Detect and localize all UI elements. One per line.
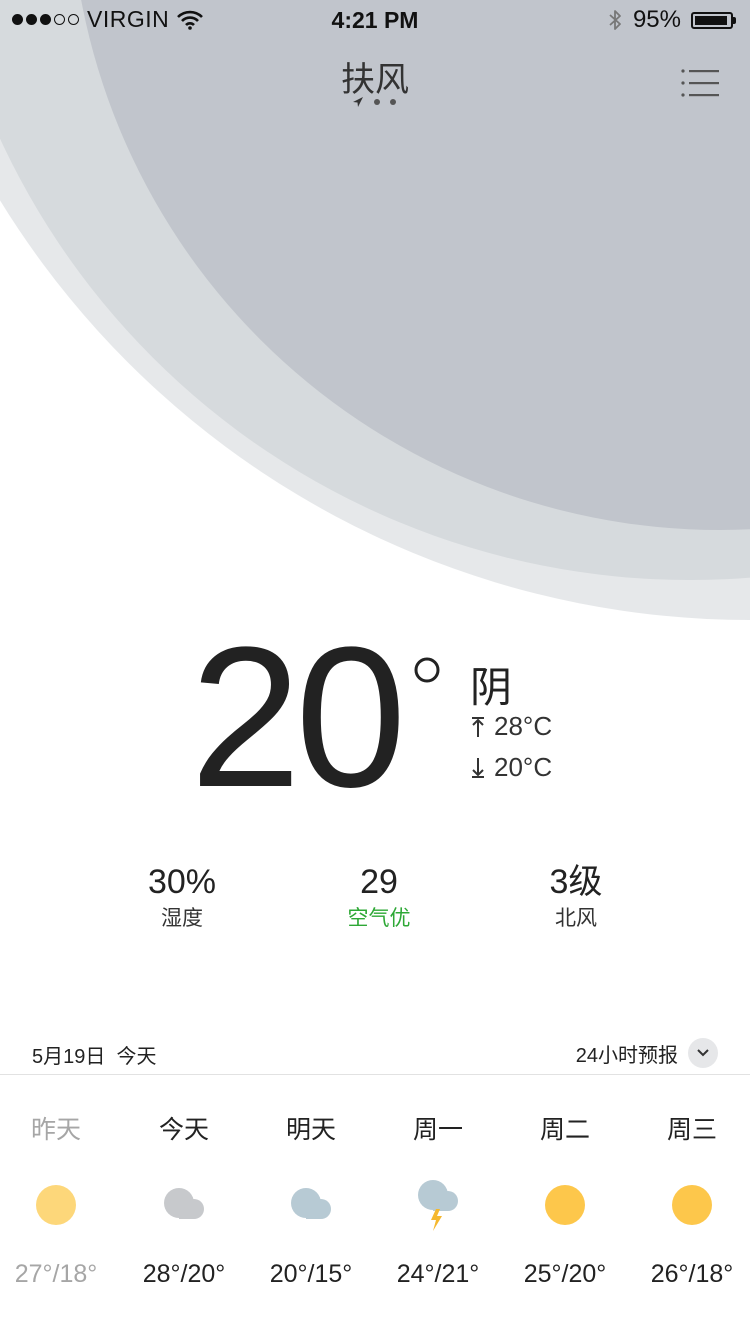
page-dot [374, 99, 380, 105]
daily-forecast: 昨天 27°/18° 今天 28°/20° 明天 20°/15° 周一 24°/… [0, 1110, 750, 1310]
city-title[interactable]: 扶风 [0, 52, 750, 101]
location-arrow-icon [353, 97, 363, 107]
forecast-range: 27°/18° [14, 1260, 98, 1288]
forecast-day[interactable]: 周三 26°/18° [628, 1110, 750, 1289]
humidity-label: 湿度 [161, 907, 203, 930]
forecast-day-name: 周二 [539, 1116, 590, 1144]
forecast-range: 25°/20° [523, 1260, 607, 1288]
forecast-day-name: 昨天 [30, 1116, 81, 1144]
menu-list-icon[interactable] [680, 66, 720, 102]
forecast-day[interactable]: 周一 24°/21° [374, 1110, 502, 1289]
forecast-day-name: 周三 [666, 1116, 717, 1144]
forecast-date: 5月19日 今天 [32, 1046, 157, 1068]
arrow-up-icon [472, 716, 484, 737]
forecast-day-name: 周一 [412, 1116, 463, 1144]
low-temp: 20°C [494, 752, 553, 782]
sun-icon [672, 1185, 712, 1225]
forecast-day[interactable]: 昨天 27°/18° [0, 1110, 120, 1289]
hourly-forecast-toggle[interactable]: 24小时预报 [576, 1038, 718, 1068]
humidity-stat: 30% 湿度 [102, 862, 262, 932]
wind-value: 3级 [549, 863, 603, 901]
status-bar: VIRGIN 4:21 PM 95% [0, 0, 750, 40]
air-quality-label: 空气优 [347, 907, 411, 930]
forecast-range: 24°/21° [396, 1260, 480, 1288]
sun-icon [36, 1185, 76, 1225]
forecast-day-name: 明天 [285, 1116, 336, 1144]
degree-icon [414, 657, 440, 683]
air-quality-value: 29 [360, 863, 398, 901]
low-temp-row: 20°C [470, 752, 552, 783]
cloud-icon [164, 1188, 204, 1219]
forecast-range: 20°/15° [269, 1260, 353, 1288]
page-dot [390, 99, 396, 105]
bluetooth-icon [609, 10, 621, 30]
battery-icon [691, 11, 736, 29]
forecast-range: 28°/20° [142, 1260, 226, 1288]
forecast-range: 26°/18° [650, 1260, 734, 1288]
high-temp: 28°C [494, 711, 553, 741]
forecast-day[interactable]: 明天 20°/15° [247, 1110, 375, 1289]
wind-stat: 3级 北风 [496, 862, 656, 932]
current-temperature: 20 [190, 606, 406, 829]
high-temp-row: 28°C [470, 711, 552, 742]
divider [0, 1074, 750, 1075]
humidity-value: 30% [147, 863, 217, 901]
battery-percent: 95% [632, 6, 681, 33]
chevron-down-icon[interactable] [688, 1038, 718, 1068]
cloud-icon [291, 1188, 331, 1219]
wind-label: 北风 [555, 907, 597, 930]
air-quality-stat[interactable]: 29 空气优 [299, 862, 459, 932]
page-indicator [352, 96, 396, 108]
arrow-down-icon [472, 757, 484, 778]
forecast-day[interactable]: 今天 28°/20° [120, 1110, 248, 1289]
thunderstorm-icon [418, 1180, 458, 1231]
sun-icon [545, 1185, 585, 1225]
forecast-day[interactable]: 周二 25°/20° [501, 1110, 629, 1289]
forecast-day-name: 今天 [158, 1116, 209, 1144]
status-right: 95% [607, 6, 736, 34]
weather-condition: 阴 [470, 664, 513, 711]
hourly-forecast-label: 24小时预报 [575, 1044, 678, 1067]
